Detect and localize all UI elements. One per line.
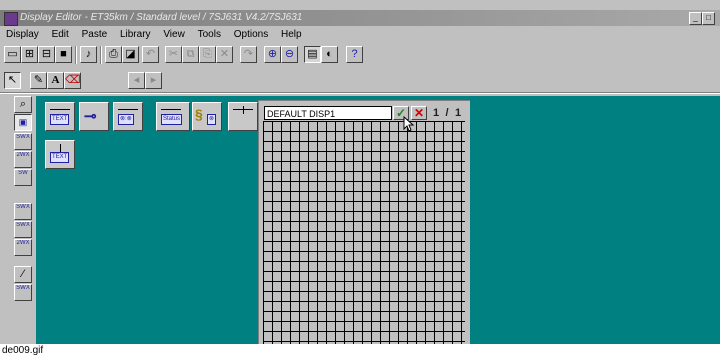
toolbar-divider — [0, 92, 720, 94]
display-editor-window: Display Editor - ET35km / Standard level… — [0, 0, 720, 344]
library-item-measure[interactable]: ⊗:⊗ — [113, 102, 143, 131]
menu-options[interactable]: Options — [234, 27, 268, 43]
image-caption: de009.gif — [2, 345, 44, 356]
undo-icon[interactable]: ↶ — [142, 46, 159, 63]
key-icon: ⊸ — [84, 108, 97, 125]
menu-bar: Display Edit Paste Library View Tools Op… — [0, 27, 720, 43]
pen-icon[interactable]: ✎ — [30, 72, 47, 89]
library-item-status[interactable]: Status — [156, 102, 190, 131]
select-arrow-icon[interactable]: ↖ — [4, 72, 21, 89]
feeder-stub-icon — [60, 144, 61, 152]
page-prev-button[interactable]: ◂ — [128, 72, 145, 89]
library-item-label: ⊗:⊗ — [118, 114, 134, 125]
minimize-button[interactable]: _ — [689, 12, 702, 25]
title-bar: Display Editor - ET35km / Standard level… — [0, 10, 720, 26]
library-item-key[interactable]: ⊸ — [79, 102, 109, 131]
zoom-search-icon[interactable]: ⌕ — [14, 96, 32, 113]
contrast-icon[interactable]: ◐ — [321, 46, 338, 63]
eraser-icon[interactable]: ⌫ — [64, 72, 81, 89]
save-icon[interactable]: ■ — [55, 46, 72, 63]
library-item-text[interactable]: TEXT — [45, 102, 75, 131]
line-tool-icon[interactable]: ⁄ — [14, 266, 32, 283]
maximize-button[interactable]: □ — [702, 12, 715, 25]
menu-tools[interactable]: Tools — [198, 27, 221, 43]
page-next-button[interactable]: ▸ — [145, 72, 162, 89]
palette-switch2-icon[interactable]: 2WX — [14, 151, 32, 168]
bus-line-icon — [161, 109, 181, 110]
open-icon[interactable]: ⊞ — [21, 46, 38, 63]
library-item-label: TEXT — [50, 114, 70, 125]
palette-switch5-icon[interactable]: SWX — [14, 221, 32, 238]
feeder-stub-icon — [243, 106, 244, 114]
paste-icon[interactable]: ⎘ — [199, 46, 216, 63]
grid-view-icon[interactable]: ▤ — [304, 46, 321, 63]
library-item-label: TEXT — [50, 152, 70, 163]
transformer-icon: § — [195, 106, 203, 122]
library-item-label: ⊗ — [207, 114, 217, 125]
mouse-cursor-icon — [403, 116, 415, 132]
help-icon[interactable]: ? — [346, 46, 363, 63]
menu-help[interactable]: Help — [281, 27, 302, 43]
bus-line-icon — [50, 109, 70, 110]
library-item-label: Status — [161, 114, 183, 125]
bus-line-icon — [118, 109, 138, 110]
element-palette: ⌕ ▣ SWX 2WX SW SWX SWX 2WX ⁄ SWX — [13, 96, 33, 342]
new-icon[interactable]: ▭ — [4, 46, 21, 63]
window-title: Display Editor - ET35km / Standard level… — [20, 12, 303, 23]
toolbar-separator — [75, 46, 77, 64]
delete-icon[interactable]: ✕ — [216, 46, 233, 63]
display-editor-frame — [258, 100, 470, 344]
page-total: 1 — [454, 107, 462, 119]
print-icon[interactable]: ⎙ — [105, 46, 122, 63]
palette-switch7-icon[interactable]: SWX — [14, 284, 32, 301]
cut-icon[interactable]: ✂ — [165, 46, 182, 63]
open-folder-icon[interactable]: ⊟ — [38, 46, 55, 63]
palette-display-icon[interactable]: ▣ — [14, 114, 32, 131]
copy-icon[interactable]: ⧉ — [182, 46, 199, 63]
palette-switch4-icon[interactable]: SWX — [14, 203, 32, 220]
palette-switch6-icon[interactable]: 2WX — [14, 239, 32, 256]
menu-library[interactable]: Library — [120, 27, 151, 43]
menu-edit[interactable]: Edit — [52, 27, 69, 43]
library-item-text2[interactable]: TEXT — [45, 140, 75, 169]
library-icon[interactable]: ♪ — [80, 46, 97, 63]
pixel-grid-canvas[interactable] — [263, 121, 465, 344]
display-name-input[interactable]: DEFAULT DISP1 — [264, 106, 392, 120]
menu-paste[interactable]: Paste — [82, 27, 108, 43]
library-item-transformer[interactable]: § ⊗ — [192, 102, 222, 131]
menu-view[interactable]: View — [163, 27, 185, 43]
menu-display[interactable]: Display — [6, 27, 39, 43]
redo-icon[interactable]: ↷ — [240, 46, 257, 63]
toolbar-separator — [100, 46, 102, 64]
zoom-in-icon[interactable]: ⊕ — [264, 46, 281, 63]
print-preview-icon[interactable]: ◪ — [122, 46, 139, 63]
app-icon — [4, 12, 18, 26]
palette-switch3-icon[interactable]: SW — [14, 169, 32, 186]
text-tool-icon[interactable]: A — [47, 72, 64, 89]
library-item-switch[interactable] — [228, 102, 258, 131]
palette-switch-icon[interactable]: SWX — [14, 133, 32, 150]
zoom-out-icon[interactable]: ⊖ — [281, 46, 298, 63]
